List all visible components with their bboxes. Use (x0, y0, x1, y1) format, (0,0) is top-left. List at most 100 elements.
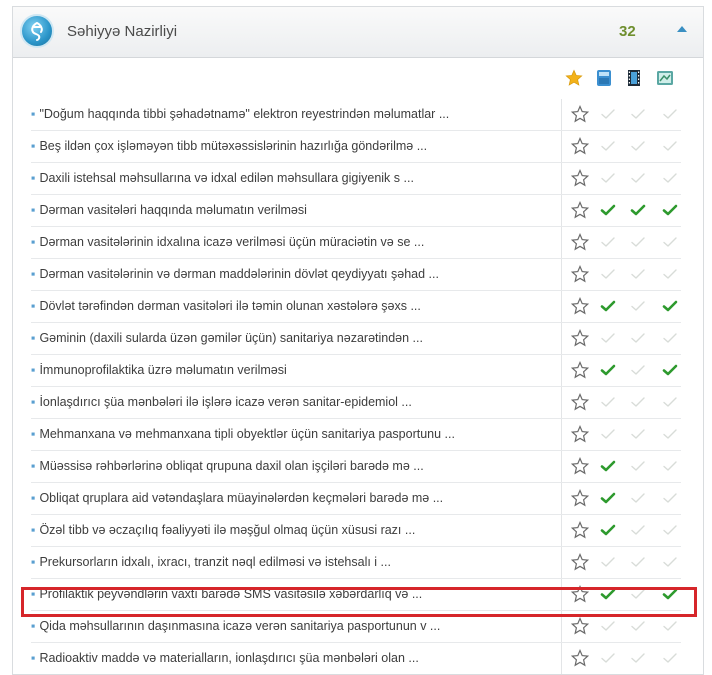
check-disabled-icon (631, 525, 645, 535)
check-icon (662, 364, 678, 376)
favorite-star-icon[interactable] (571, 489, 589, 507)
favorite-star-icon[interactable] (571, 233, 589, 251)
service-link[interactable]: ▪ "Doğum haqqında tibbi şəhadətnamə" elek… (31, 107, 556, 121)
favorite-star-icon[interactable] (571, 265, 589, 283)
bullet-icon: ▪ (31, 107, 36, 121)
service-link[interactable]: ▪ Dərman vasitələrinin idxalına icazə ver… (31, 235, 556, 249)
column-icons-row (13, 69, 703, 91)
service-link[interactable]: ▪ Radioaktiv maddə və materialların, ionl… (31, 651, 556, 665)
check-disabled-icon (601, 141, 615, 151)
bullet-icon: ▪ (31, 267, 36, 281)
check-disabled-icon (663, 429, 677, 439)
bullet-icon: ▪ (31, 427, 36, 441)
service-row: ▪ Dövlət tərəfindən dərman vasitələri ilə… (31, 291, 681, 323)
check-icon (630, 204, 646, 216)
film-icon[interactable] (625, 69, 643, 87)
service-row: ▪ Gəminin (daxili sularda üzən gəmilər üç… (31, 323, 681, 355)
favorite-star-icon[interactable] (571, 329, 589, 347)
service-row: ▪ Özəl tibb və əczaçılıq fəaliyyəti ilə m… (31, 515, 681, 547)
favorite-star-icon[interactable] (571, 457, 589, 475)
check-disabled-icon (631, 589, 645, 599)
favorite-star-icon[interactable] (571, 521, 589, 539)
service-label: Beş ildən çox işləməyən tibb mütəxəssisl… (39, 139, 428, 153)
check-disabled-icon (631, 461, 645, 471)
check-icon (600, 460, 616, 472)
service-link[interactable]: ▪ Obliqat qruplara aid vətəndaşlara müayi… (31, 491, 556, 505)
service-link[interactable]: ▪ Beş ildən çox işləməyən tibb mütəxəssis… (31, 139, 556, 153)
service-row: ▪ İmmunoprofilaktika üzrə məlumatın veril… (31, 355, 681, 387)
service-label: Mehmanxana və mehmanxana tipli obyektlər… (39, 427, 455, 441)
service-link[interactable]: ▪ Dərman vasitələrinin və dərman maddələr… (31, 267, 556, 281)
service-link[interactable]: ▪ Dərman vasitələri haqqında məlumatın ve… (31, 203, 556, 217)
check-icon (600, 588, 616, 600)
check-disabled-icon (663, 397, 677, 407)
calculator-icon[interactable] (595, 69, 613, 87)
service-link[interactable]: ▪ İonlaşdırıcı şüa mənbələri ilə işlərə i… (31, 395, 556, 409)
screen-icon[interactable] (656, 69, 674, 87)
favorite-star-icon[interactable] (571, 201, 589, 219)
favorite-star-icon[interactable] (571, 553, 589, 571)
service-label: Profilaktik peyvəndlərin vaxtı barədə SM… (39, 587, 423, 601)
favorite-star-icon[interactable] (571, 617, 589, 635)
check-disabled-icon (631, 365, 645, 375)
check-disabled-icon (631, 493, 645, 503)
check-disabled-icon (663, 237, 677, 247)
service-link[interactable]: ▪ Profilaktik peyvəndlərin vaxtı barədə S… (31, 587, 556, 601)
panel-title: Səhiyyə Nazirliyi (67, 23, 178, 40)
service-link[interactable]: ▪ Dövlət tərəfindən dərman vasitələri ilə… (31, 299, 556, 313)
bullet-icon: ▪ (31, 139, 36, 153)
service-link[interactable]: ▪ Gəminin (daxili sularda üzən gəmilər üç… (31, 331, 556, 345)
favorite-star-icon[interactable] (571, 361, 589, 379)
service-link[interactable]: ▪ Qida məhsullarının daşınmasına icazə ve… (31, 619, 556, 633)
check-disabled-icon (663, 461, 677, 471)
service-link[interactable]: ▪ Daxili istehsal məhsullarına və idxal e… (31, 171, 556, 185)
bullet-icon: ▪ (31, 395, 36, 409)
service-link[interactable]: ▪ Özəl tibb və əczaçılıq fəaliyyəti ilə m… (31, 523, 556, 537)
favorite-star-icon[interactable] (571, 585, 589, 603)
check-disabled-icon (631, 653, 645, 663)
check-disabled-icon (663, 621, 677, 631)
column-divider (561, 451, 562, 482)
bullet-icon: ▪ (31, 363, 36, 377)
favorite-star-icon[interactable] (571, 425, 589, 443)
check-icon (600, 364, 616, 376)
service-link[interactable]: ▪ Prekursorların idxalı, ixracı, tranzit … (31, 555, 556, 569)
favorite-star-icon[interactable] (571, 105, 589, 123)
service-row: ▪ Dərman vasitələri haqqında məlumatın ve… (31, 195, 681, 227)
check-disabled-icon (601, 429, 615, 439)
check-disabled-icon (631, 173, 645, 183)
favorite-star-icon[interactable] (571, 137, 589, 155)
service-row: ▪ Prekursorların idxalı, ixracı, tranzit … (31, 547, 681, 579)
bullet-icon: ▪ (31, 459, 36, 473)
service-label: Dərman vasitələrinin və dərman maddələri… (39, 267, 439, 281)
favorite-star-icon[interactable] (571, 649, 589, 667)
caret-up-icon[interactable] (677, 26, 687, 32)
panel-header[interactable]: Səhiyyə Nazirliyi 32 (13, 7, 703, 58)
service-link[interactable]: ▪ İmmunoprofilaktika üzrə məlumatın veril… (31, 363, 556, 377)
service-link[interactable]: ▪ Mehmanxana və mehmanxana tipli obyektlə… (31, 427, 556, 441)
ministry-panel: Səhiyyə Nazirliyi 32 ▪ "Doğum haqqında ti… (12, 6, 704, 675)
service-row: ▪ Qida məhsullarının daşınmasına icazə ve… (31, 611, 681, 643)
check-disabled-icon (631, 333, 645, 343)
service-label: Müəssisə rəhbərlərinə obliqat qrupuna da… (39, 459, 424, 473)
check-icon (662, 588, 678, 600)
column-divider (561, 163, 562, 194)
check-disabled-icon (631, 109, 645, 119)
column-divider (561, 643, 562, 674)
check-icon (600, 204, 616, 216)
check-icon (662, 204, 678, 216)
check-disabled-icon (663, 269, 677, 279)
favorite-star-icon[interactable] (571, 297, 589, 315)
bullet-icon: ▪ (31, 299, 36, 313)
bullet-icon: ▪ (31, 619, 36, 633)
check-disabled-icon (601, 109, 615, 119)
service-link[interactable]: ▪ Müəssisə rəhbərlərinə obliqat qrupuna d… (31, 459, 556, 473)
check-disabled-icon (601, 173, 615, 183)
favorite-star-icon[interactable] (571, 169, 589, 187)
favorite-star-icon[interactable] (571, 393, 589, 411)
star-icon[interactable] (565, 69, 583, 87)
check-icon (600, 524, 616, 536)
check-disabled-icon (663, 109, 677, 119)
bullet-icon: ▪ (31, 171, 36, 185)
check-disabled-icon (663, 557, 677, 567)
